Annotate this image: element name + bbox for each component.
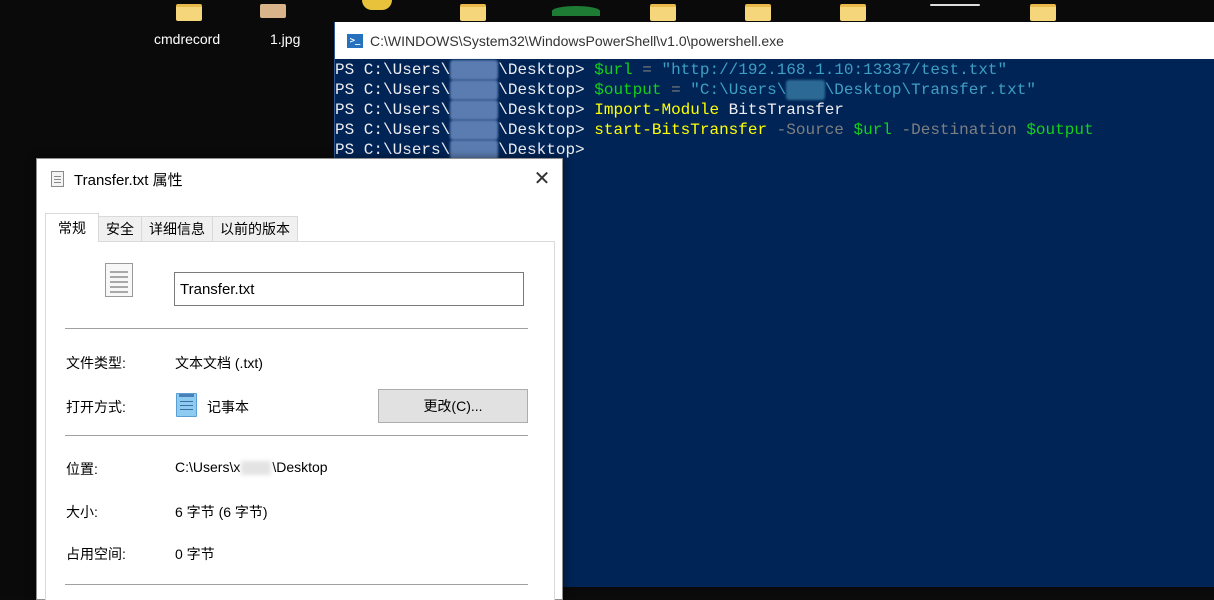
dialog-titlebar[interactable]: Transfer.txt 属性 xyxy=(37,159,562,199)
console-line: PS C:\Users\xxxxx\Desktop> $output = "C:… xyxy=(335,80,1214,100)
prompt-text: PS C:\Users\ xyxy=(335,81,451,99)
variable-token: $output xyxy=(1026,121,1094,139)
console-line: PS C:\Users\xxxxx\Desktop> xyxy=(335,140,1214,160)
argument-token: BitsTransfer xyxy=(719,101,844,119)
file-icon[interactable] xyxy=(930,4,980,6)
prompt-text: PS C:\Users\ xyxy=(335,61,451,79)
string-token: \Desktop\Transfer.txt" xyxy=(824,81,1036,99)
location-prefix: C:\Users\x xyxy=(175,459,241,475)
folder-icon[interactable] xyxy=(745,4,771,21)
redacted-username: xxxxx xyxy=(450,80,499,100)
change-button[interactable]: 更改(C)... xyxy=(378,389,528,423)
prompt-text: PS C:\Users\ xyxy=(335,141,451,159)
notepad-icon xyxy=(176,393,197,417)
variable-token: $url xyxy=(853,121,892,139)
string-token: "http://192.168.1.10:13337/test.txt" xyxy=(661,61,1008,79)
location-value: C:\Users\x \Desktop xyxy=(175,459,328,476)
tab-general[interactable]: 常规 xyxy=(45,213,99,242)
dialog-title: Transfer.txt 属性 xyxy=(74,171,183,189)
command-token: start-BitsTransfer xyxy=(594,121,768,139)
powershell-icon: >_ xyxy=(347,33,363,48)
opens-with-value: 记事本 xyxy=(207,399,249,415)
location-label: 位置: xyxy=(66,461,98,477)
folder-icon[interactable] xyxy=(840,4,866,21)
divider xyxy=(65,328,528,329)
redacted-username: xxxx xyxy=(786,80,825,100)
folder-icon[interactable] xyxy=(176,4,202,21)
tab-bar: 常规 安全 详细信息 以前的版本 xyxy=(45,213,298,242)
redacted-username: xxxxx xyxy=(450,100,499,120)
tab-details[interactable]: 详细信息 xyxy=(141,216,213,242)
desktop-icon-label-1jpg[interactable]: 1.jpg xyxy=(270,31,300,47)
string-token: "C:\Users\ xyxy=(690,81,787,99)
opens-with-label: 打开方式: xyxy=(66,399,126,415)
folder-icon[interactable] xyxy=(650,4,676,21)
redacted-username: xxxxx xyxy=(450,140,499,160)
tab-previous-versions[interactable]: 以前的版本 xyxy=(212,216,298,242)
text-file-icon xyxy=(51,171,64,187)
redacted-username xyxy=(241,461,272,476)
console-line: PS C:\Users\xxxxx\Desktop> Import-Module… xyxy=(335,100,1214,120)
operator-token: = xyxy=(661,81,691,99)
file-properties-dialog[interactable]: Transfer.txt 属性 ✕ 常规 安全 详细信息 以前的版本 文件类型:… xyxy=(36,158,563,600)
prompt-text: \Desktop> xyxy=(498,141,585,159)
operator-token: = xyxy=(632,61,662,79)
redacted-username: xxxxx xyxy=(450,60,499,80)
close-button[interactable]: ✕ xyxy=(522,159,562,199)
image-file-icon[interactable] xyxy=(260,4,286,18)
divider xyxy=(65,435,528,436)
folder-icon[interactable] xyxy=(1030,4,1056,21)
prompt-text: \Desktop> xyxy=(498,121,595,139)
size-on-disk-value: 0 字节 xyxy=(175,546,215,562)
divider xyxy=(65,584,528,585)
file-type-value: 文本文档 (.txt) xyxy=(175,355,263,371)
parameter-token: -Source xyxy=(767,121,854,139)
file-type-label: 文件类型: xyxy=(66,355,126,371)
tab-security[interactable]: 安全 xyxy=(98,216,142,242)
parameter-token: -Destination xyxy=(891,121,1027,139)
size-on-disk-label: 占用空间: xyxy=(66,546,126,562)
folder-icon[interactable] xyxy=(460,4,486,21)
desktop-icon-label-cmdrecord[interactable]: cmdrecord xyxy=(154,31,220,47)
prompt-text: PS C:\Users\ xyxy=(335,121,451,139)
prompt-text: \Desktop> xyxy=(498,81,595,99)
size-label: 大小: xyxy=(66,504,98,520)
variable-token: $url xyxy=(594,61,633,79)
location-suffix: \Desktop xyxy=(272,459,328,475)
powershell-title: C:\WINDOWS\System32\WindowsPowerShell\v1… xyxy=(370,32,784,49)
app-icon[interactable] xyxy=(552,6,600,16)
console-line: PS C:\Users\xxxxx\Desktop> start-BitsTra… xyxy=(335,120,1214,140)
console-line: PS C:\Users\xxxxx\Desktop> $url = "http:… xyxy=(335,60,1214,80)
shortcut-icon[interactable] xyxy=(362,0,392,10)
powershell-titlebar[interactable]: >_ C:\WINDOWS\System32\WindowsPowerShell… xyxy=(335,22,1214,59)
filename-input[interactable] xyxy=(174,272,524,306)
prompt-text: PS C:\Users\ xyxy=(335,101,451,119)
text-file-icon xyxy=(105,263,133,297)
prompt-text: \Desktop> xyxy=(498,101,595,119)
command-token: Import-Module xyxy=(594,101,720,119)
size-value: 6 字节 (6 字节) xyxy=(175,504,268,520)
redacted-username: xxxxx xyxy=(450,120,499,140)
prompt-text: \Desktop> xyxy=(498,61,595,79)
variable-token: $output xyxy=(594,81,662,99)
